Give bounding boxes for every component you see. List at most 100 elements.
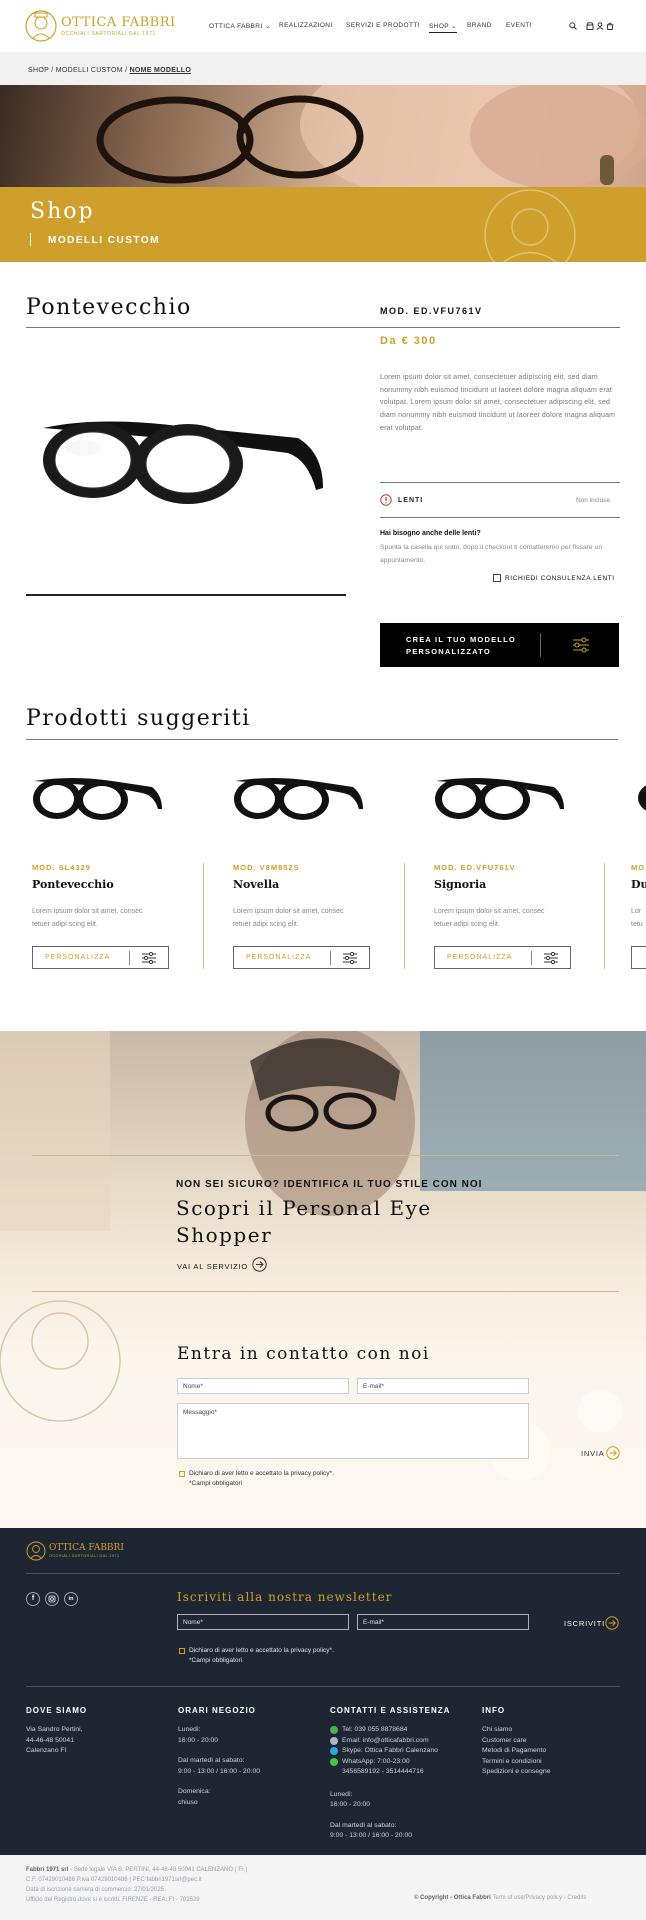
nav-eventi[interactable]: EVENTI [506,22,532,29]
whatsapp-row[interactable]: WhatsApp: 7:00-23:00 [330,1757,438,1768]
card-glasses-image[interactable] [233,773,365,823]
skype-row[interactable]: Skype: Ottica Fabbri Calenzano [330,1746,438,1757]
contacts-title: CONTATTI E ASSISTENZA [330,1706,451,1715]
card-text: Lorem ipsum dolor sit amet, consec tetuer… [32,908,143,928]
site-footer: OTTICA FABBRI OCCHIALI SARTORIALI DAL 19… [0,1528,646,1855]
personalizza-button[interactable]: PERSONALIZZA [434,946,571,969]
newsletter-email-input[interactable]: E-mail* [357,1614,529,1630]
personalizza-button[interactable]: PERSONALIZZA [233,946,370,969]
eyeshopper-bottom-rule [32,1291,619,1292]
card-name[interactable]: Du [631,878,646,891]
card-name[interactable]: Pontevecchio [32,878,114,891]
product-model: MOD. ED.VFU761V [380,306,483,316]
suggested-divider [26,739,618,740]
nav-ottica-fabbri[interactable]: OTTICA FABBRI ⌄ [209,22,271,30]
card-name[interactable]: Novella [233,878,279,891]
lenti-value: Non incluse [576,497,610,504]
info-link[interactable]: Spedizioni e consegne [482,1767,550,1778]
instagram-icon[interactable] [45,1592,59,1606]
contact-email-input[interactable]: E-mail* [357,1378,529,1394]
breadcrumb-sep: / [51,67,54,74]
card-model: MOD. V8M852S [233,863,300,872]
newsletter-name-input[interactable]: Nome* [177,1614,349,1630]
lenses-help-text: Spunta la casella qui sotto, dopo il che… [380,544,603,564]
alert-icon [380,494,392,506]
cart-icon[interactable] [606,22,614,30]
model-divider [380,327,620,328]
email-row[interactable]: Email: info@otticafabbri.com [330,1736,438,1747]
product-title: Pontevecchio [26,295,192,320]
arrow-right-icon[interactable] [606,1446,620,1460]
footer-brand-name[interactable]: OTTICA FABBRI [49,1543,124,1553]
consult-label[interactable]: RICHIEDI CONSULENZA LENTI [505,575,615,582]
info-link[interactable]: Metodi di Pagamento [482,1746,550,1757]
card-separator [404,863,405,969]
cta-label-line1: CREA IL TUO MODELLO [406,635,516,644]
linkedin-icon[interactable]: in [64,1592,78,1606]
where-text: Via Sandro Pertini, 44-46-48 50041 Calenza… [26,1726,83,1754]
info-links: Chi siamo Customer care Metodi di Pagame… [482,1725,550,1778]
card-name[interactable]: Signoria [434,878,486,891]
privacy-checkbox[interactable] [179,1471,185,1477]
footer-logo-icon[interactable] [26,1540,46,1562]
send-label[interactable]: INVIA [581,1449,605,1458]
product-description: Lorem ipsum dolor sit amet, consectetuer… [380,374,616,432]
lenti-label[interactable]: LENTI [398,497,423,504]
store-icon[interactable] [586,22,594,30]
footer-rule [26,1573,620,1574]
nav-shop[interactable]: SHOP ⌄ [429,22,457,33]
contact-title: Entra in contatto con noi [177,1344,430,1364]
info-link[interactable]: Chi siamo [482,1725,550,1736]
logo-icon[interactable] [24,8,58,44]
newsletter-privacy-text: Dichiaro di aver letto e accettato la pr… [189,1647,334,1664]
search-icon[interactable] [569,22,577,30]
nav-servizi-prodotti[interactable]: SERVIZI E PRODOTTI [346,22,420,29]
eyeshopper-top-rule [32,1155,619,1156]
contact-message-textarea[interactable]: Messaggio* [177,1403,529,1459]
image-divider [26,594,346,596]
card-model: MO [631,863,646,872]
info-link[interactable]: Termini e condizioni [482,1757,550,1768]
lenses-help-title: Hai bisogno anche delle lenti? [380,530,481,537]
contact-name-input[interactable]: Nome* [177,1378,349,1394]
nav-realizzazioni[interactable]: REALIZZAZIONI [279,22,333,29]
legal-links[interactable]: Term of use/Privacy policy - Credits [492,1895,586,1901]
card-glasses-image[interactable] [636,780,646,816]
skype-icon [330,1747,338,1756]
lenti-top-divider [380,482,620,483]
banner-emblem-icon [470,185,590,265]
card-glasses-image[interactable] [32,773,164,823]
contacts-text: Tel: 039 055 8878684 Email: info@otticaf… [330,1725,438,1839]
sliders-icon [343,951,357,964]
brand-name[interactable]: OTTICA FABBRI [61,15,176,30]
cta-divider [540,633,541,657]
personalizza-button[interactable] [631,946,646,969]
nav-brand[interactable]: BRAND [467,22,492,29]
card-glasses-image[interactable] [434,773,566,823]
breadcrumb-modelli-custom[interactable]: MODELLI CUSTOM [56,67,123,74]
product-price: Da € 300 [380,335,437,347]
info-link[interactable]: Customer care [482,1736,550,1747]
create-custom-model-button[interactable]: CREA IL TUO MODELLO PERSONALIZZATO [380,623,619,667]
card-text: Lor tetu [631,908,643,928]
consult-checkbox[interactable] [493,574,501,582]
user-icon[interactable] [596,22,604,30]
footer-brand-tagline: OCCHIALI SARTORIALI DAL 1971 [49,1554,120,1558]
personalizza-button[interactable]: PERSONALIZZA [32,946,169,969]
breadcrumb-current: NOME MODELLO [129,67,192,74]
card-model: MOD. SL4329 [32,863,91,872]
arrow-right-icon[interactable] [252,1257,267,1272]
facebook-icon[interactable]: f [26,1592,40,1606]
breadcrumb-shop[interactable]: SHOP [28,67,49,74]
where-title: DOVE SIAMO [26,1706,88,1715]
phone-row[interactable]: Tel: 039 055 8878684 [330,1725,438,1736]
eyeshopper-link[interactable]: VAI AL SERVIZIO [177,1262,248,1271]
lenti-bottom-divider [380,517,620,518]
sliders-icon [572,636,590,654]
breadcrumb: SHOP / MODELLI CUSTOM / NOME MODELLO [0,52,646,85]
eyeshopper-kicker: NON SEI SICURO? IDENTIFICA IL TUO STILE … [176,1179,483,1190]
arrow-right-icon[interactable] [605,1616,619,1630]
hours-text: Lunedì: 16:00 - 20:00 Dal martedì al saba… [178,1726,261,1806]
newsletter-privacy-checkbox[interactable] [179,1648,185,1654]
subscribe-label[interactable]: ISCRIVITI [564,1619,605,1628]
